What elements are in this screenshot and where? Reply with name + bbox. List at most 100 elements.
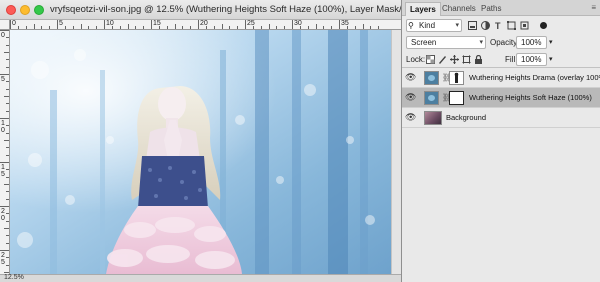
ruler-tick bbox=[25, 26, 27, 29]
background-layer-thumbnail[interactable] bbox=[424, 111, 442, 125]
ruler-tick bbox=[6, 198, 9, 200]
lock-row: Lock: Fill: 100% ▾ bbox=[402, 53, 600, 67]
layer-name[interactable]: Background bbox=[446, 113, 486, 122]
vertical-scrollbar[interactable] bbox=[391, 30, 401, 274]
opacity-field[interactable]: 100% bbox=[516, 36, 547, 49]
layer-mask-thumbnail[interactable] bbox=[449, 71, 464, 85]
layer-row-selected[interactable]: 👁 ⛓ Wuthering Heights Soft Haze (100%) bbox=[402, 88, 600, 108]
ruler-tick bbox=[166, 26, 168, 29]
blend-mode-select[interactable]: Screen ▾ bbox=[406, 36, 486, 49]
ruler-label: 20 bbox=[200, 20, 208, 27]
tab-layers[interactable]: Layers bbox=[405, 2, 441, 16]
ruler-label: 5 bbox=[59, 20, 63, 27]
ruler-tick bbox=[229, 26, 231, 29]
ruler-tick bbox=[0, 162, 9, 163]
ruler-tick bbox=[0, 30, 9, 31]
layer-row[interactable]: 👁 Background bbox=[402, 108, 600, 128]
ruler-tick bbox=[323, 26, 325, 29]
ruler-tick bbox=[237, 26, 239, 29]
ruler-tick bbox=[6, 235, 9, 237]
ruler-tick bbox=[6, 154, 9, 156]
ruler-tick bbox=[378, 26, 380, 29]
lock-position-icon[interactable] bbox=[450, 55, 459, 64]
vertical-ruler[interactable]: 0 5 1 0 1 5 2 0 2 5 bbox=[0, 30, 10, 274]
filter-toggle-icon[interactable] bbox=[539, 21, 548, 30]
document-window: vryfsqeotzi-vil-son.jpg @ 12.5% (Wutheri… bbox=[0, 0, 416, 282]
ruler-tick bbox=[96, 26, 98, 29]
ruler-label: 25 bbox=[247, 20, 255, 27]
ruler-tick bbox=[362, 24, 364, 29]
ruler-tick bbox=[331, 26, 333, 29]
title-bar[interactable]: vryfsqeotzi-vil-son.jpg @ 12.5% (Wutheri… bbox=[0, 0, 416, 20]
lock-image-pixels-icon[interactable] bbox=[438, 55, 447, 64]
lock-transparent-pixels-icon[interactable] bbox=[426, 55, 435, 64]
fill-field[interactable]: 100% bbox=[516, 53, 547, 66]
pixel-filter-icon[interactable] bbox=[468, 21, 477, 30]
ruler-tick bbox=[119, 26, 121, 29]
tab-paths[interactable]: Paths bbox=[477, 2, 505, 16]
ruler-tick bbox=[174, 24, 176, 29]
type-filter-icon[interactable]: T bbox=[494, 21, 503, 30]
ruler-tick bbox=[370, 26, 372, 29]
lock-artboard-icon[interactable] bbox=[462, 55, 471, 64]
panel-menu-icon[interactable]: ≡ bbox=[591, 3, 596, 12]
document-title: vryfsqeotzi-vil-son.jpg @ 12.5% (Wutheri… bbox=[50, 4, 417, 15]
adjustment-layer-thumbnail[interactable] bbox=[424, 71, 439, 85]
close-window-button[interactable] bbox=[6, 5, 16, 15]
ruler-tick bbox=[182, 26, 184, 29]
ruler-tick bbox=[4, 52, 9, 53]
layers-panel: Layers Channels Paths ≡ Kind ▾ ⚲ T Scree… bbox=[401, 0, 600, 282]
layer-name[interactable]: Wuthering Heights Soft Haze (100%) bbox=[469, 93, 592, 102]
layer-name[interactable]: Wuthering Heights Drama (overlay 100%) bbox=[469, 73, 600, 82]
ruler-label: 5 bbox=[1, 76, 5, 83]
ruler-origin[interactable] bbox=[0, 20, 10, 30]
ruler-label: 35 bbox=[341, 20, 349, 27]
search-icon: ⚲ bbox=[408, 21, 414, 30]
zoom-level[interactable]: 12.5% bbox=[4, 274, 24, 281]
ruler-tick bbox=[0, 250, 9, 251]
ruler-tick bbox=[143, 26, 145, 29]
smart-object-filter-icon[interactable] bbox=[520, 21, 529, 30]
chevron-down-icon[interactable]: ▾ bbox=[549, 38, 553, 46]
tab-channels[interactable]: Channels bbox=[438, 2, 480, 16]
ruler-tick bbox=[6, 59, 9, 61]
adjustment-layer-thumbnail[interactable] bbox=[424, 91, 439, 105]
visibility-eye-icon[interactable]: 👁 bbox=[405, 93, 417, 102]
image-canvas[interactable] bbox=[10, 30, 391, 274]
ruler-label: 2 0 bbox=[1, 208, 5, 222]
ruler-label: 30 bbox=[294, 20, 302, 27]
link-icon[interactable]: ⛓ bbox=[442, 93, 452, 103]
ruler-tick bbox=[0, 206, 9, 207]
horizontal-ruler[interactable]: 0 5 10 15 20 25 30 35 bbox=[10, 20, 401, 30]
ruler-tick bbox=[6, 103, 9, 105]
visibility-eye-icon[interactable]: 👁 bbox=[405, 113, 417, 122]
ruler-tick bbox=[245, 20, 246, 29]
ruler-tick bbox=[72, 26, 74, 29]
status-bar: 12.5% bbox=[0, 274, 401, 282]
lock-all-icon[interactable] bbox=[474, 55, 483, 64]
ruler-tick bbox=[6, 88, 9, 90]
ruler-tick bbox=[4, 140, 9, 141]
chevron-down-icon[interactable]: ▾ bbox=[549, 55, 553, 63]
minimize-window-button[interactable] bbox=[20, 5, 30, 15]
ruler-tick bbox=[339, 20, 340, 29]
filter-kind-select[interactable]: Kind ▾ ⚲ bbox=[406, 19, 462, 32]
zoom-window-button[interactable] bbox=[34, 5, 44, 15]
ruler-tick bbox=[33, 24, 35, 29]
chevron-down-icon: ▾ bbox=[479, 39, 483, 46]
link-icon[interactable]: ⛓ bbox=[442, 73, 452, 83]
adjustment-filter-icon[interactable] bbox=[481, 21, 490, 30]
layer-mask-thumbnail[interactable] bbox=[449, 91, 464, 105]
ruler-tick bbox=[6, 242, 9, 244]
ruler-tick bbox=[4, 272, 9, 273]
layer-row[interactable]: 👁 ⛓ Wuthering Heights Drama (overlay 100… bbox=[402, 68, 600, 88]
blend-row: Screen ▾ Opacity: 100% ▾ bbox=[402, 36, 600, 50]
ruler-tick bbox=[4, 184, 9, 185]
ruler-tick bbox=[80, 24, 82, 29]
mask-figure-icon bbox=[454, 72, 459, 83]
shape-filter-icon[interactable] bbox=[507, 21, 516, 30]
ruler-tick bbox=[6, 147, 9, 149]
visibility-eye-icon[interactable]: 👁 bbox=[405, 73, 417, 82]
ruler-tick bbox=[276, 26, 278, 29]
ruler-tick bbox=[4, 228, 9, 229]
